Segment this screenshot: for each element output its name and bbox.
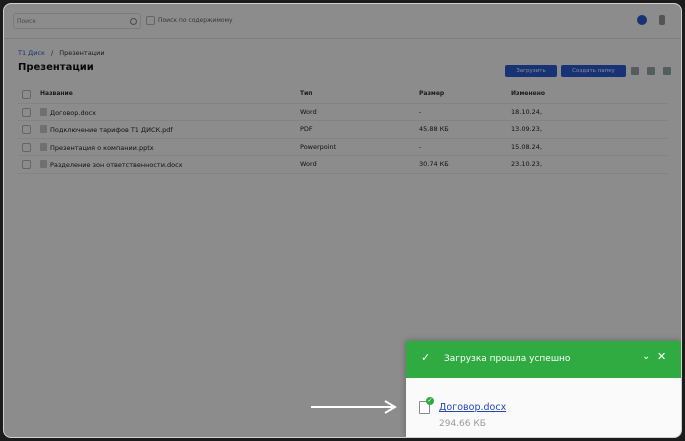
uploaded-file-link[interactable]: Договор.docx: [439, 402, 506, 413]
app-window: Поиск Поиск по содержимому Т1 Диск / Пре…: [3, 3, 682, 438]
uploaded-file-size: 294.66 КБ: [439, 419, 486, 429]
chevron-down-icon[interactable]: ⌄: [642, 351, 650, 362]
toast-header: ✓ Загрузка прошла успешно ⌄ ✕: [406, 341, 681, 378]
toast-title: Загрузка прошла успешно: [444, 354, 571, 364]
arrow-icon: [311, 400, 397, 414]
toast-body: ✓ Договор.docx 294.66 КБ: [406, 378, 681, 437]
upload-toast: ✓ Загрузка прошла успешно ⌄ ✕ ✓ Договор.…: [406, 341, 681, 437]
success-badge-icon: ✓: [426, 397, 434, 405]
close-icon[interactable]: ✕: [657, 350, 666, 363]
check-icon: ✓: [421, 351, 431, 364]
